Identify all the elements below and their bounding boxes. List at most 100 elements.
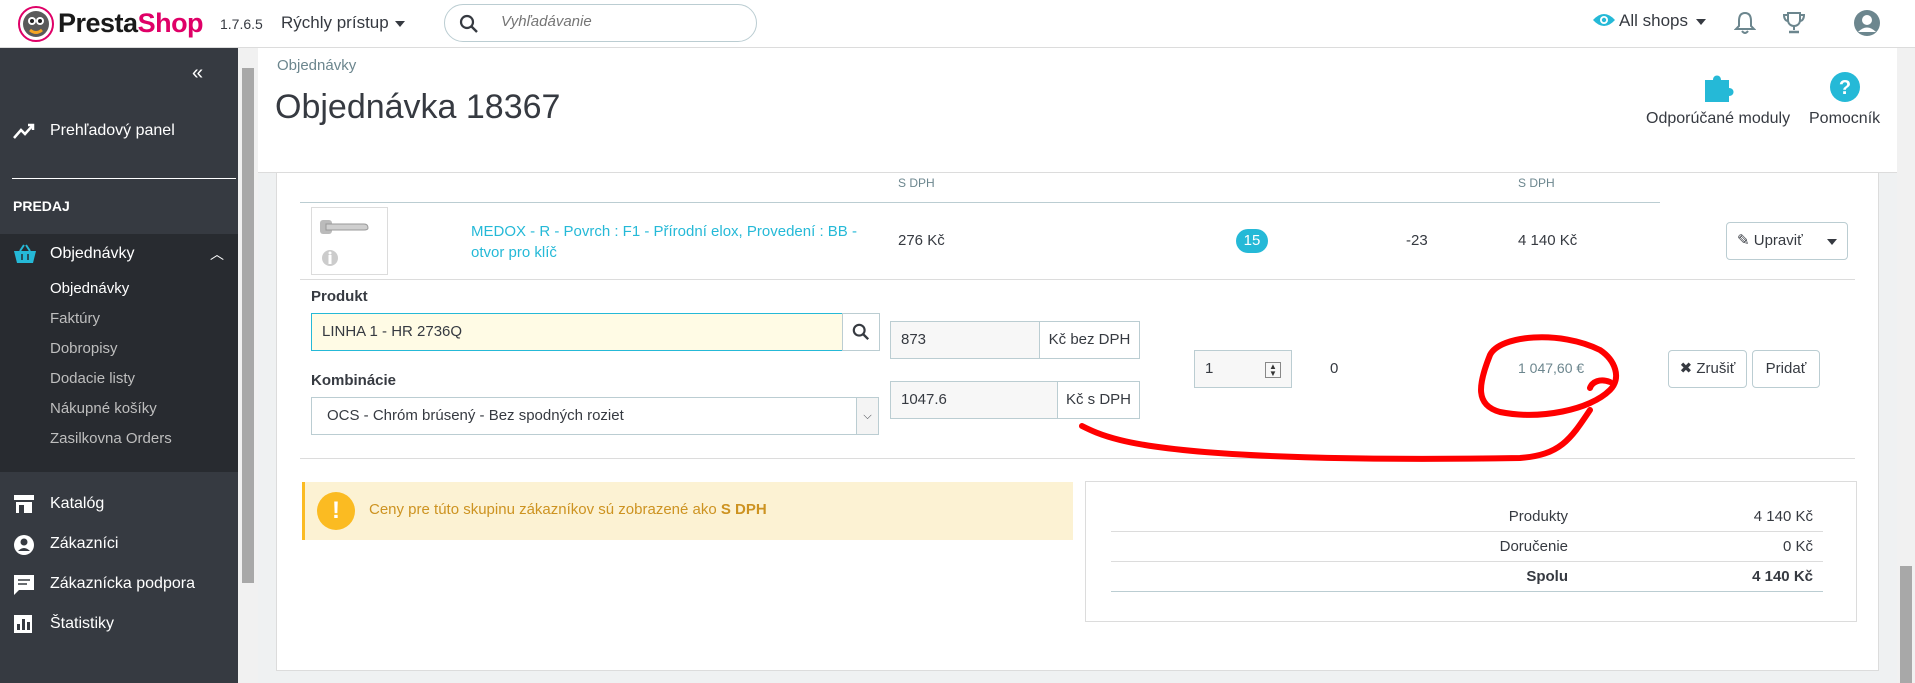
warning-alert: ! Ceny pre túto skupinu zákazníkov sú zo… [302, 482, 1073, 540]
summary-value: 4 140 Kč [1753, 508, 1813, 525]
logo-presta: Presta [58, 8, 138, 38]
search-input[interactable] [501, 13, 741, 30]
prestashop-logo-icon[interactable] [18, 6, 54, 42]
sidebar-item-support[interactable]: Zákaznícka podpora [0, 564, 238, 604]
eye-icon [1593, 14, 1615, 26]
summary-label: Doručenie [1499, 538, 1568, 555]
summary-value: 0 Kč [1782, 538, 1813, 555]
sidebar-item-orders[interactable]: Objednávky ︿ [0, 234, 238, 274]
sidebar-item-stats[interactable]: Štatistiky [0, 604, 238, 644]
product-name-link[interactable]: MEDOX - R - Povrch : F1 - Přírodní elox,… [471, 221, 881, 263]
product-quantity-badge: 15 [1236, 229, 1268, 253]
price-excl-tax-addon: Kč bez DPH [1039, 321, 1140, 359]
caret-down-icon [1695, 18, 1706, 25]
stepper-arrows-icon[interactable]: ▲ ▼ [1265, 362, 1281, 378]
quick-access-dropdown[interactable]: Rýchly prístup [281, 13, 405, 33]
orders-submenu: Objednávky Faktúry Dobropisy Dodacie lis… [0, 274, 238, 472]
recommended-modules-button[interactable]: Odporúčané moduly [1646, 70, 1790, 128]
product-refunded: -23 [1406, 232, 1428, 249]
submenu-item-orders[interactable]: Objednávky [0, 274, 238, 304]
cancel-label: Zrušiť [1696, 360, 1736, 377]
submenu-item-credit-slips[interactable]: Dobropisy [0, 334, 238, 364]
chevron-up-icon: ︿ [210, 246, 224, 262]
close-icon: ✖ [1679, 360, 1693, 377]
product-search-button[interactable] [842, 313, 880, 351]
main-scrollbar-thumb[interactable] [1900, 566, 1912, 683]
summary-row-total: Spolu 4 140 Kč [1111, 562, 1823, 592]
quantity-stepper[interactable]: 1 ▲ ▼ [1194, 350, 1292, 388]
quantity-value: 1 [1205, 360, 1214, 377]
bell-icon[interactable] [1733, 11, 1757, 40]
submenu-item-carts[interactable]: Nákupné košíky [0, 394, 238, 424]
account-circle-icon [14, 535, 34, 555]
cancel-button[interactable]: ✖ Zrušiť [1668, 350, 1747, 388]
page-header: Objednávky Objednávka 18367 Odporúčané m… [258, 48, 1915, 173]
search-box[interactable] [444, 4, 757, 42]
main-scrollbar[interactable] [1897, 48, 1915, 683]
product-search-input[interactable]: LINHA 1 - HR 2736Q [311, 313, 843, 351]
page-title: Objednávka 18367 [275, 88, 561, 126]
sidebar: « Prehľadový panel PREDAJ Objednávky ︿ O… [0, 48, 238, 683]
product-thumbnail[interactable] [311, 207, 388, 275]
user-avatar-icon[interactable] [1853, 9, 1881, 42]
sidebar-scrollbar-thumb[interactable] [242, 68, 254, 583]
help-button[interactable]: ? Pomocník [1809, 70, 1880, 128]
quick-access-label: Rýchly prístup [281, 13, 389, 32]
trophy-icon[interactable] [1782, 11, 1806, 40]
edit-label: Upraviť [1753, 232, 1803, 249]
all-shops-dropdown[interactable]: All shops [1592, 11, 1706, 31]
sidebar-item-label: Katalóg [50, 495, 105, 512]
top-bar: PrestaShop 1.7.6.5 Rýchly prístup All sh… [0, 0, 1915, 48]
all-shops-label: All shops [1619, 11, 1688, 30]
puzzle-icon [1705, 75, 1734, 102]
breadcrumb[interactable]: Objednávky [277, 57, 356, 74]
help-label: Pomocník [1809, 110, 1881, 127]
edit-product-button[interactable]: ✎ Upraviť [1726, 222, 1848, 260]
sidebar-section-sell: PREDAJ [13, 198, 70, 214]
summary-row-shipping: Doručenie 0 Kč [1111, 532, 1823, 562]
store-icon [14, 495, 34, 513]
logo-text[interactable]: PrestaShop [58, 8, 204, 39]
collapse-sidebar-icon[interactable]: « [192, 62, 203, 85]
column-header-price: S DPH [898, 176, 935, 190]
summary-label: Produkty [1508, 508, 1568, 525]
row-divider [300, 458, 1855, 459]
select-chevron-icon[interactable]: ⌵ [856, 398, 878, 434]
sidebar-item-label: Štatistiky [50, 615, 115, 632]
price-excl-tax-input[interactable]: 873 [890, 321, 1040, 359]
sidebar-item-catalog[interactable]: Katalóg [0, 484, 238, 524]
alert-text: Ceny pre túto skupinu zákazníkov sú zobr… [369, 501, 721, 518]
caret-down-icon [394, 20, 405, 27]
sidebar-item-label: Zákazníci [50, 535, 119, 552]
svg-text:?: ? [1838, 77, 1850, 99]
bar-chart-icon [14, 615, 32, 633]
submenu-item-invoices[interactable]: Faktúry [0, 304, 238, 334]
sidebar-scrollbar[interactable] [238, 48, 258, 683]
combination-selected-value: OCS - Chróm brúsený - Bez spodných rozie… [327, 407, 624, 424]
search-icon [459, 14, 478, 33]
logo-shop: Shop [137, 8, 204, 38]
basket-icon [14, 244, 36, 263]
submenu-item-zasilkovna[interactable]: Zasilkovna Orders [0, 424, 238, 454]
sidebar-item-dashboard[interactable]: Prehľadový panel [0, 110, 238, 152]
add-button[interactable]: Pridať [1752, 350, 1820, 388]
combination-select[interactable]: OCS - Chróm brúsený - Bez spodných rozie… [311, 397, 879, 435]
sidebar-item-customers[interactable]: Zákazníci [0, 524, 238, 564]
sidebar-item-label: Zákaznícka podpora [50, 575, 195, 592]
sidebar-item-label: Objednávky [50, 245, 135, 262]
row-divider [300, 279, 1855, 280]
trending-up-icon [13, 123, 35, 139]
caret-down-icon[interactable] [1827, 239, 1837, 245]
price-incl-tax-addon: Kč s DPH [1057, 381, 1140, 419]
table-header-divider [300, 202, 1660, 203]
summary-value: 4 140 Kč [1752, 568, 1813, 585]
search-icon [852, 323, 870, 341]
price-incl-tax-input[interactable]: 1047.6 [890, 381, 1058, 419]
help-icon: ? [1829, 72, 1860, 102]
alert-strong: S DPH [720, 501, 767, 518]
product-total: 4 140 Kč [1518, 232, 1578, 249]
sidebar-divider [12, 178, 236, 179]
submenu-item-delivery-slips[interactable]: Dodacie listy [0, 364, 238, 394]
stock-available: 0 [1330, 360, 1339, 377]
summary-row-products: Produkty 4 140 Kč [1111, 502, 1823, 532]
